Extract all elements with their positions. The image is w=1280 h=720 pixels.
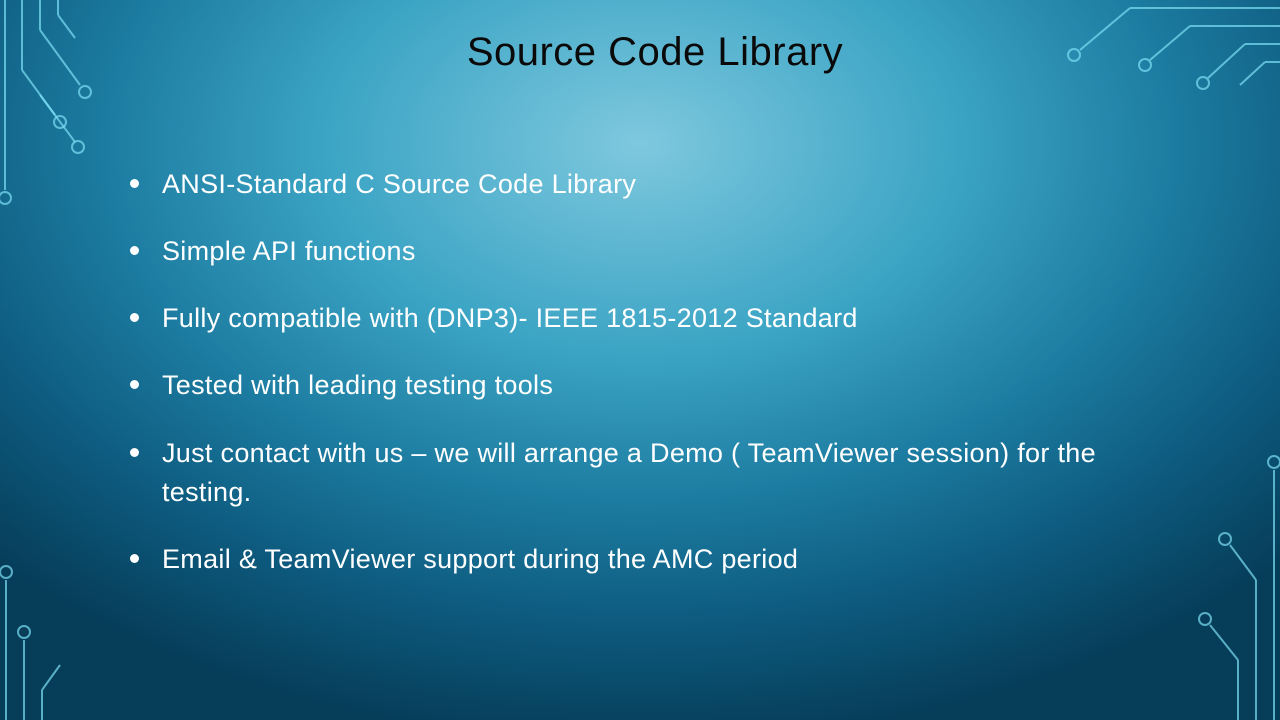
slide-title: Source Code Library (130, 30, 1180, 75)
bullet-list: ANSI-Standard C Source Code Library Simp… (130, 165, 1180, 579)
bullet-item: Email & TeamViewer support during the AM… (130, 540, 1180, 579)
bullet-item: Tested with leading testing tools (130, 366, 1180, 405)
bullet-item: Just contact with us – we will arrange a… (130, 434, 1180, 512)
bullet-item: ANSI-Standard C Source Code Library (130, 165, 1180, 204)
slide-container: Source Code Library ANSI-Standard C Sour… (0, 0, 1280, 720)
bullet-item: Simple API functions (130, 232, 1180, 271)
bullet-item: Fully compatible with (DNP3)- IEEE 1815-… (130, 299, 1180, 338)
